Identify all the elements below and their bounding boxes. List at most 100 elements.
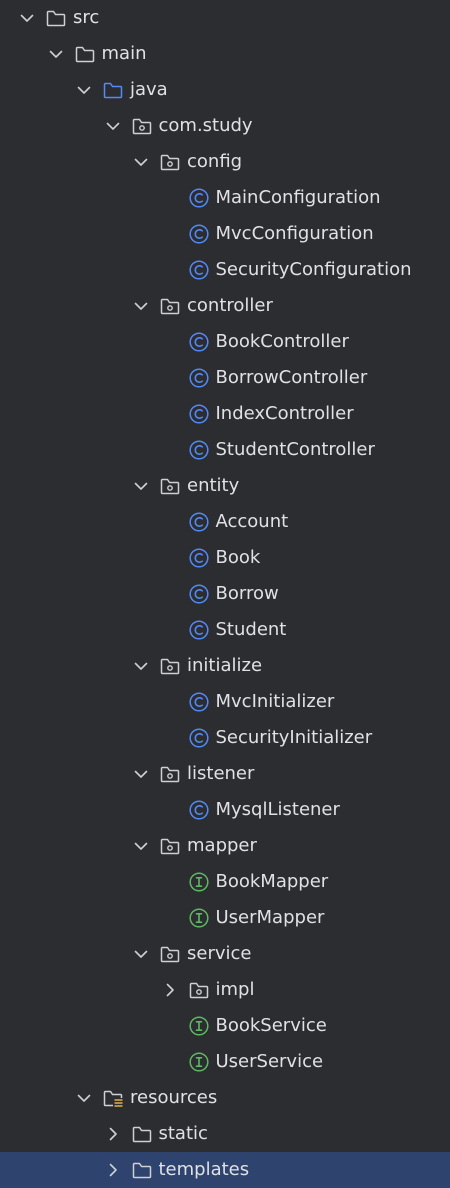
tree-item-bookcontroller[interactable]: BookController xyxy=(0,324,450,360)
tree-item-src[interactable]: src xyxy=(0,0,450,36)
tree-item-listener[interactable]: listener xyxy=(0,756,450,792)
interface-icon xyxy=(188,1052,209,1072)
tree-item-label: MvcInitializer xyxy=(215,691,335,712)
tree-item-label: SecurityInitializer xyxy=(215,727,373,748)
tree-item-label: impl xyxy=(215,979,255,1000)
chevron-right-icon[interactable] xyxy=(104,1161,122,1179)
tree-item-usermapper[interactable]: UserMapper xyxy=(0,900,450,936)
tree-item-bookmapper[interactable]: BookMapper xyxy=(0,864,450,900)
tree-item-label: UserMapper xyxy=(215,907,325,928)
tree-item-mvcconfiguration[interactable]: MvcConfiguration xyxy=(0,216,450,252)
tree-item-label: initialize xyxy=(187,655,263,676)
chevron-down-icon[interactable] xyxy=(75,1089,93,1107)
tree-item-main[interactable]: main xyxy=(0,36,450,72)
tree-item-mysqllistener[interactable]: MysqlListener xyxy=(0,792,450,828)
chevron-down-icon[interactable] xyxy=(132,837,150,855)
tree-item-resources[interactable]: resources xyxy=(0,1080,450,1116)
tree-item-label: service xyxy=(187,943,252,964)
tree-item-label: main xyxy=(101,43,147,64)
tree-item-student[interactable]: Student xyxy=(0,612,450,648)
tree-item-mvcinitializer[interactable]: MvcInitializer xyxy=(0,684,450,720)
tree-item-label: Student xyxy=(215,619,287,640)
tree-item-initialize[interactable]: initialize xyxy=(0,648,450,684)
chevron-down-icon[interactable] xyxy=(47,45,65,63)
tree-item-label: MainConfiguration xyxy=(215,187,381,208)
folder-icon xyxy=(75,46,94,63)
interface-icon xyxy=(188,872,209,892)
package-icon xyxy=(160,478,180,495)
chevron-right-icon[interactable] xyxy=(161,981,179,999)
class-icon xyxy=(188,368,209,388)
class-icon xyxy=(188,728,209,748)
chevron-down-icon[interactable] xyxy=(132,945,150,963)
package-icon xyxy=(160,946,180,963)
tree-item-entity[interactable]: entity xyxy=(0,468,450,504)
tree-item-label: com.study xyxy=(158,115,253,136)
interface-icon xyxy=(188,1016,209,1036)
chevron-right-icon[interactable] xyxy=(104,1125,122,1143)
tree-item-label: IndexController xyxy=(215,403,354,424)
class-icon xyxy=(188,548,209,568)
tree-item-bookservice[interactable]: BookService xyxy=(0,1008,450,1044)
tree-item-label: entity xyxy=(187,475,240,496)
tree-item-securityinitializer[interactable]: SecurityInitializer xyxy=(0,720,450,756)
class-icon xyxy=(188,188,209,208)
chevron-down-icon[interactable] xyxy=(104,117,122,135)
package-icon xyxy=(160,298,180,315)
folder-icon xyxy=(46,10,66,27)
tree-item-mapper[interactable]: mapper xyxy=(0,828,450,864)
tree-item-account[interactable]: Account xyxy=(0,504,450,540)
tree-item-book[interactable]: Book xyxy=(0,540,450,576)
tree-item-templates[interactable]: templates xyxy=(0,1152,450,1188)
class-icon xyxy=(188,620,209,640)
tree-item-label: resources xyxy=(130,1087,218,1108)
chevron-down-icon[interactable] xyxy=(132,297,150,315)
tree-item-label: BookController xyxy=(215,331,349,352)
class-icon xyxy=(188,404,209,424)
class-icon xyxy=(188,512,209,532)
tree-item-java[interactable]: java xyxy=(0,72,450,108)
tree-item-borrowcontroller[interactable]: BorrowController xyxy=(0,360,450,396)
package-icon xyxy=(132,118,151,135)
tree-item-borrow[interactable]: Borrow xyxy=(0,576,450,612)
tree-item-label: listener xyxy=(187,763,255,784)
tree-item-config[interactable]: config xyxy=(0,144,450,180)
tree-item-label: mapper xyxy=(187,835,257,856)
tree-item-controller[interactable]: controller xyxy=(0,288,450,324)
package-icon xyxy=(160,838,180,855)
tree-item-label: MysqlListener xyxy=(215,799,340,820)
chevron-down-icon[interactable] xyxy=(132,765,150,783)
tree-item-service[interactable]: service xyxy=(0,936,450,972)
tree-item-label: config xyxy=(187,151,243,172)
tree-item-label: java xyxy=(130,79,168,100)
chevron-down-icon[interactable] xyxy=(132,657,150,675)
class-icon xyxy=(188,332,209,352)
tree-item-label: StudentController xyxy=(215,439,375,460)
tree-item-com-study[interactable]: com.study xyxy=(0,108,450,144)
tree-item-impl[interactable]: impl xyxy=(0,972,450,1008)
chevron-down-icon[interactable] xyxy=(75,81,93,99)
class-icon xyxy=(188,224,209,244)
chevron-down-icon[interactable] xyxy=(132,477,150,495)
tree-item-label: templates xyxy=(158,1159,250,1180)
tree-item-indexcontroller[interactable]: IndexController xyxy=(0,396,450,432)
project-tree: src main java com.study config MainConfigurat… xyxy=(0,0,450,1188)
tree-item-label: controller xyxy=(187,295,273,316)
tree-item-label: Account xyxy=(215,511,289,532)
tree-item-securityconfiguration[interactable]: SecurityConfiguration xyxy=(0,252,450,288)
tree-item-studentcontroller[interactable]: StudentController xyxy=(0,432,450,468)
tree-item-userservice[interactable]: UserService xyxy=(0,1044,450,1080)
class-icon xyxy=(188,260,209,280)
tree-item-label: Borrow xyxy=(215,583,279,604)
chevron-down-icon[interactable] xyxy=(18,9,36,27)
tree-item-label: MvcConfiguration xyxy=(215,223,374,244)
folder-icon xyxy=(132,1126,151,1143)
tree-item-mainconfiguration[interactable]: MainConfiguration xyxy=(0,180,450,216)
chevron-down-icon[interactable] xyxy=(132,153,150,171)
tree-item-label: src xyxy=(73,7,100,28)
class-icon xyxy=(188,800,209,820)
tree-item-static[interactable]: static xyxy=(0,1116,450,1152)
class-icon xyxy=(188,440,209,460)
package-icon xyxy=(160,658,180,675)
package-icon xyxy=(160,154,180,171)
